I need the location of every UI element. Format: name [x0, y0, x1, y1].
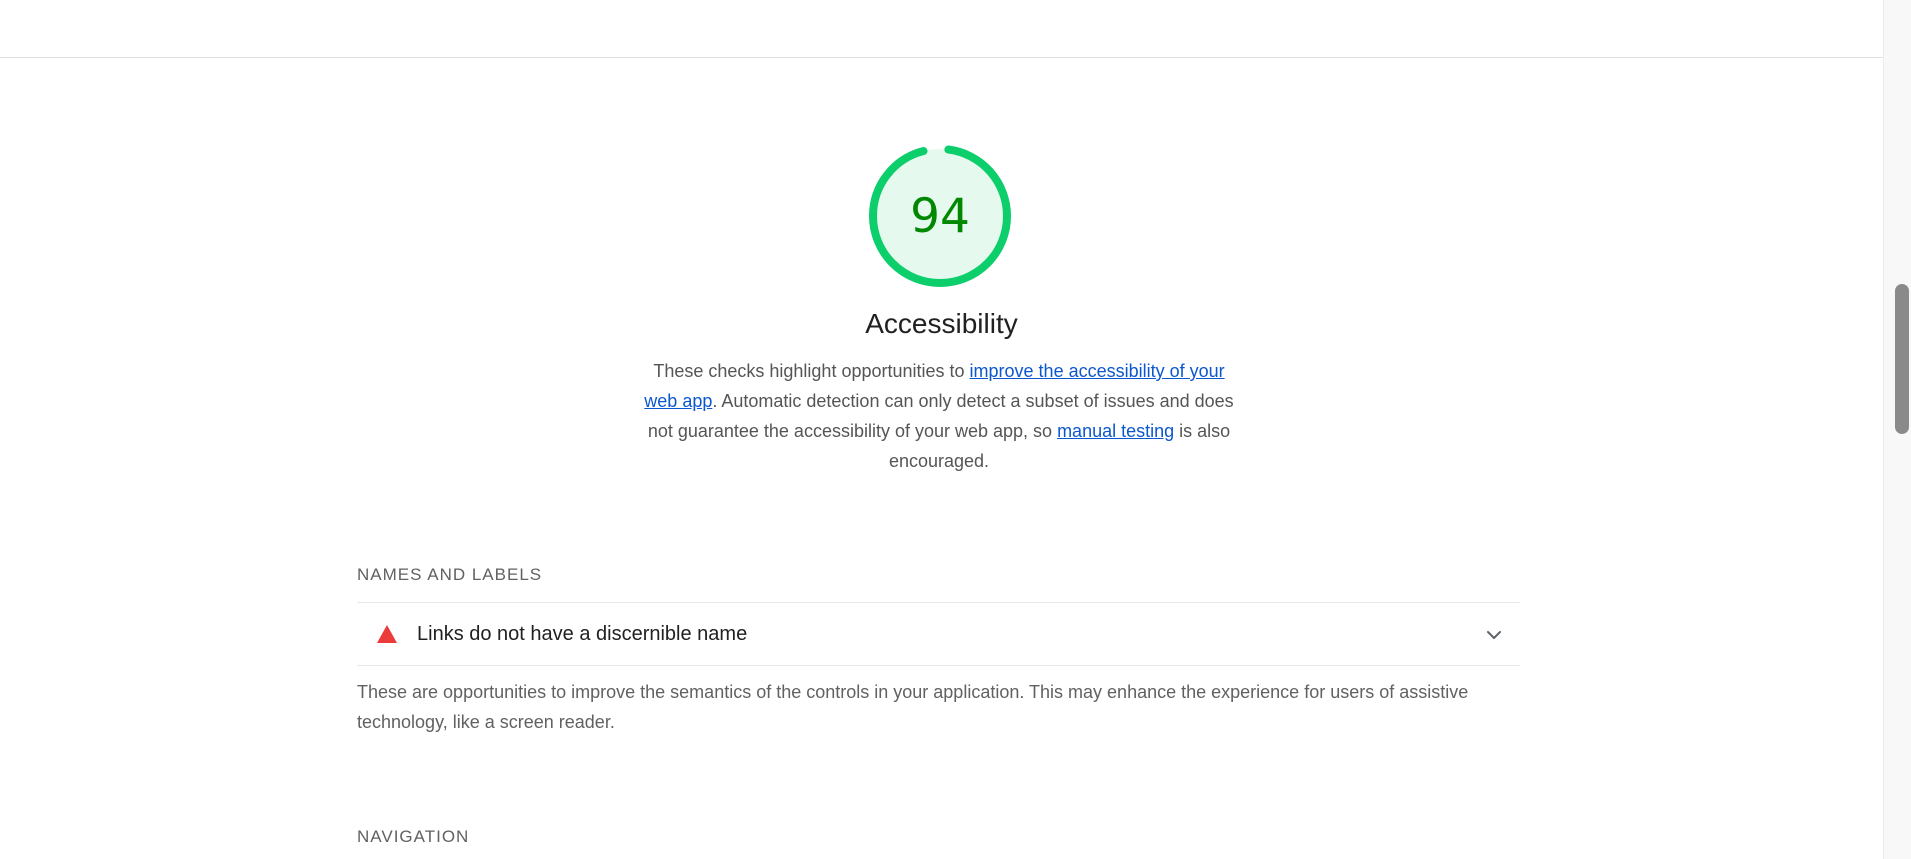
group-title-names-and-labels: NAMES AND LABELS [357, 565, 543, 584]
vertical-scrollbar[interactable] [1883, 0, 1911, 859]
audit-row-link-name[interactable]: Links do not have a discernible name [357, 602, 1520, 666]
category-description: These checks highlight opportunities to … [636, 356, 1242, 476]
audit-title: Links do not have a discernible name [417, 622, 748, 645]
scrollbar-thumb[interactable] [1895, 284, 1909, 434]
group-description: These are opportunities to improve the s… [357, 682, 1469, 732]
category-title: Accessibility [865, 308, 1018, 339]
accessibility-score-gauge[interactable]: 94 [866, 142, 1014, 290]
manual-testing-link[interactable]: manual testing [1057, 421, 1174, 441]
group-title-navigation: NAVIGATION [357, 827, 470, 846]
score-value: 94 [910, 188, 970, 244]
description-text-1: These checks highlight opportunities to [653, 361, 970, 381]
fail-triangle-icon [377, 625, 397, 643]
chevron-down-icon[interactable] [1484, 625, 1504, 645]
lighthouse-report-page: 94 Accessibility These checks highlight … [0, 0, 1911, 859]
report-top-bar [0, 0, 1883, 58]
